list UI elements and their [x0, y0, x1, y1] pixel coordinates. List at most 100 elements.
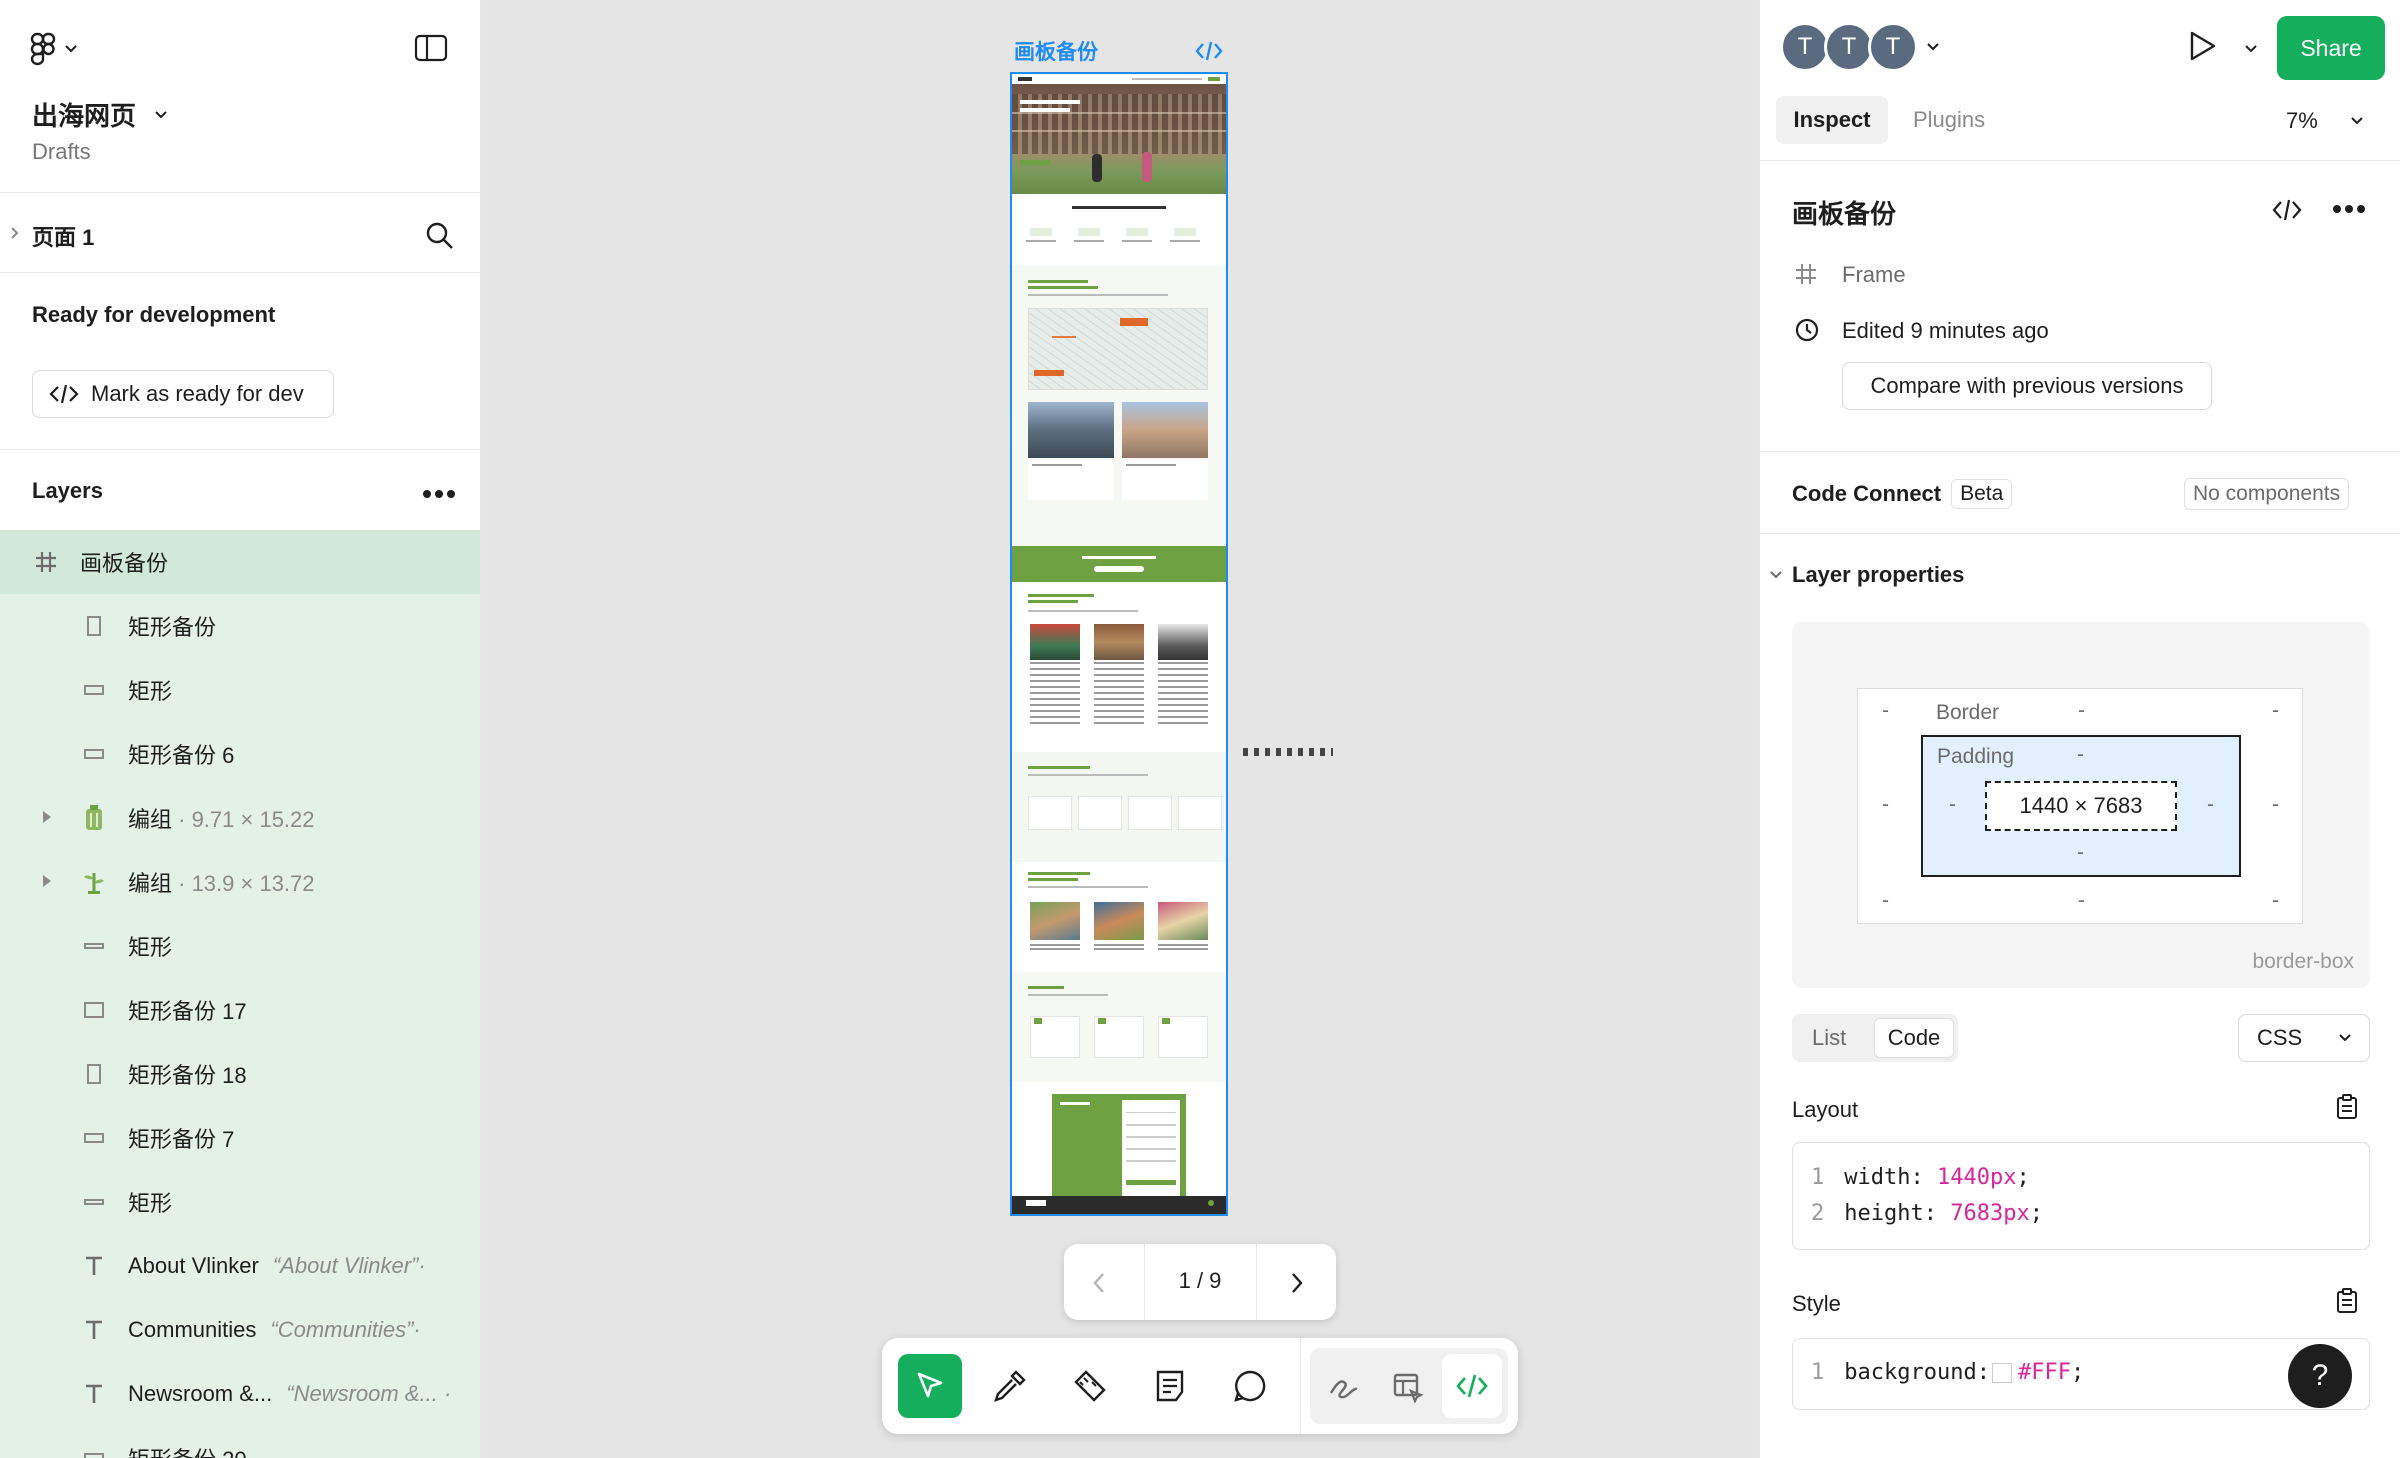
chevron-down-icon: [2339, 1034, 2351, 1042]
layout-code-block[interactable]: 1 width: 1440px; 2 height: 7683px;: [1792, 1142, 2370, 1250]
layer-row[interactable]: 矩形: [0, 1170, 480, 1234]
layer-text-preview: “Communities”·: [270, 1317, 421, 1342]
code-line: 2 height: 7683px;: [1811, 1201, 2043, 1226]
help-button[interactable]: ?: [2288, 1344, 2352, 1408]
file-location[interactable]: Drafts: [32, 139, 91, 165]
layer-row[interactable]: About Vlinker “About Vlinker”·: [0, 1234, 480, 1298]
language-select[interactable]: CSS: [2238, 1014, 2370, 1062]
frame-icon: [1796, 264, 1816, 284]
layer-row[interactable]: 矩形备份 17: [0, 978, 480, 1042]
chevron-down-icon[interactable]: [1926, 42, 1940, 52]
layer-row[interactable]: 矩形: [0, 658, 480, 722]
design-mode-button[interactable]: [1378, 1354, 1438, 1418]
main-menu-button[interactable]: [30, 32, 78, 66]
floating-icons-group: [1243, 748, 1333, 756]
more-horizontal-icon[interactable]: [2332, 204, 2366, 214]
compare-versions-button[interactable]: Compare with previous versions: [1842, 362, 2212, 410]
code-icon: [1456, 1374, 1488, 1398]
file-name-dropdown[interactable]: 出海网页: [32, 96, 168, 133]
collaborators[interactable]: T T T: [1780, 22, 1940, 72]
page-selector[interactable]: 页面 1: [0, 196, 480, 272]
selected-layer-name: 画板备份: [1792, 199, 1897, 229]
present-button[interactable]: [2188, 30, 2218, 67]
mark-ready-for-dev-button[interactable]: Mark as ready for dev: [32, 370, 334, 418]
code-icon[interactable]: [1195, 40, 1223, 62]
layer-row[interactable]: 矩形备份: [0, 594, 480, 658]
layer-dimensions: · 13.9 × 13.72: [172, 871, 315, 896]
layer-row[interactable]: 矩形备份 6: [0, 722, 480, 786]
tab-list[interactable]: List: [1812, 1025, 1846, 1051]
copy-icon[interactable]: [2336, 1288, 2358, 1314]
rect-line-icon: [80, 932, 108, 960]
border-top-right: -: [2272, 699, 2279, 722]
cursor-icon: [917, 1372, 943, 1398]
sidebar-toggle-icon: [414, 34, 448, 62]
file-name: 出海网页: [32, 101, 137, 131]
inspect-panel: T T T Share Inspect Plugins 7% 画板备份 Fram…: [1759, 0, 2400, 1458]
avatar[interactable]: T: [1824, 22, 1874, 72]
padding-bottom: -: [2077, 841, 2084, 864]
share-button[interactable]: Share: [2277, 16, 2385, 80]
chevron-down-icon[interactable]: [2244, 44, 2258, 54]
dev-mode-button[interactable]: [1442, 1354, 1502, 1418]
box-sizing-label: border-box: [2252, 950, 2354, 973]
padding-top: -: [2077, 743, 2084, 766]
rect-wide-icon: [80, 1124, 108, 1152]
search-layers-button[interactable]: [424, 220, 454, 255]
layer-properties-toggle[interactable]: Layer properties: [1770, 562, 1964, 588]
toggle-sidebar-button[interactable]: [414, 34, 448, 67]
expand-arrow-icon[interactable]: [42, 810, 52, 824]
layer-row[interactable]: 画板备份: [0, 530, 480, 594]
zoom-dropdown[interactable]: 7%: [2286, 108, 2364, 134]
text-icon: [80, 1252, 108, 1280]
eyedropper-tool-button[interactable]: [978, 1354, 1042, 1418]
bottom-toolbar: [882, 1338, 1518, 1434]
no-components-badge[interactable]: No components: [2184, 478, 2350, 510]
avatar[interactable]: T: [1868, 22, 1918, 72]
layer-name: About Vlinker: [128, 1253, 259, 1278]
measure-tool-button[interactable]: [1058, 1354, 1122, 1418]
canvas[interactable]: 画板备份 1 / 9: [481, 0, 1759, 1458]
left-sidebar: 出海网页 Drafts 页面 1 Ready for development M…: [0, 0, 481, 1458]
layer-row[interactable]: 矩形备份 20: [0, 1426, 480, 1458]
layer-name: 矩形备份 18: [128, 1063, 247, 1088]
next-frame-icon[interactable]: [1290, 1272, 1304, 1294]
layer-row[interactable]: 编组 · 13.9 × 13.72: [0, 850, 480, 914]
rect-wide-icon: [80, 1444, 108, 1458]
move-tool-button[interactable]: [898, 1354, 962, 1418]
layer-row[interactable]: Communities “Communities”·: [0, 1298, 480, 1362]
annotation-icon: [1156, 1370, 1184, 1402]
layer-row[interactable]: 矩形备份 18: [0, 1042, 480, 1106]
code-connect-title: Code Connect: [1792, 481, 1942, 506]
layer-name: 矩形备份 7: [128, 1127, 235, 1152]
draw-mode-button[interactable]: [1314, 1354, 1374, 1418]
view-toggle: List Code: [1792, 1014, 1958, 1062]
layers-more-button[interactable]: [422, 486, 456, 504]
padding-box: Padding - - - - 1440 × 7683: [1921, 735, 2241, 877]
avatar[interactable]: T: [1780, 22, 1830, 72]
layer-name: Communities: [128, 1317, 257, 1342]
tab-code[interactable]: Code: [1874, 1018, 1954, 1058]
layer-name: 编组: [128, 871, 173, 896]
expand-arrow-icon[interactable]: [42, 874, 52, 888]
layer-text-preview: “About Vlinker”·: [272, 1253, 426, 1278]
copy-icon[interactable]: [2336, 1094, 2358, 1120]
layer-row[interactable]: 矩形备份 7: [0, 1106, 480, 1170]
frame-preview[interactable]: [1010, 72, 1228, 1216]
code-icon[interactable]: [2272, 198, 2302, 222]
style-code-block[interactable]: 1 background: #FFF;: [1792, 1338, 2370, 1410]
tab-plugins[interactable]: Plugins: [1913, 107, 1985, 133]
layer-row[interactable]: 编组 · 9.71 × 15.22: [0, 786, 480, 850]
layer-row[interactable]: 矩形: [0, 914, 480, 978]
border-bottom-right: -: [2272, 889, 2279, 912]
rect-wide-icon: [80, 676, 108, 704]
comment-tool-button[interactable]: [1218, 1354, 1282, 1418]
annotate-tool-button[interactable]: [1138, 1354, 1202, 1418]
frame-icon: [32, 548, 60, 576]
frame-label[interactable]: 画板备份: [1014, 36, 1098, 66]
previous-frame-icon[interactable]: [1092, 1272, 1106, 1294]
layer-row[interactable]: Newsroom &... “Newsroom &... ·: [0, 1362, 480, 1426]
tab-inspect[interactable]: Inspect: [1776, 96, 1888, 144]
content-size: 1440 × 7683: [1985, 781, 2177, 831]
mark-ready-label: Mark as ready for dev: [91, 381, 304, 406]
